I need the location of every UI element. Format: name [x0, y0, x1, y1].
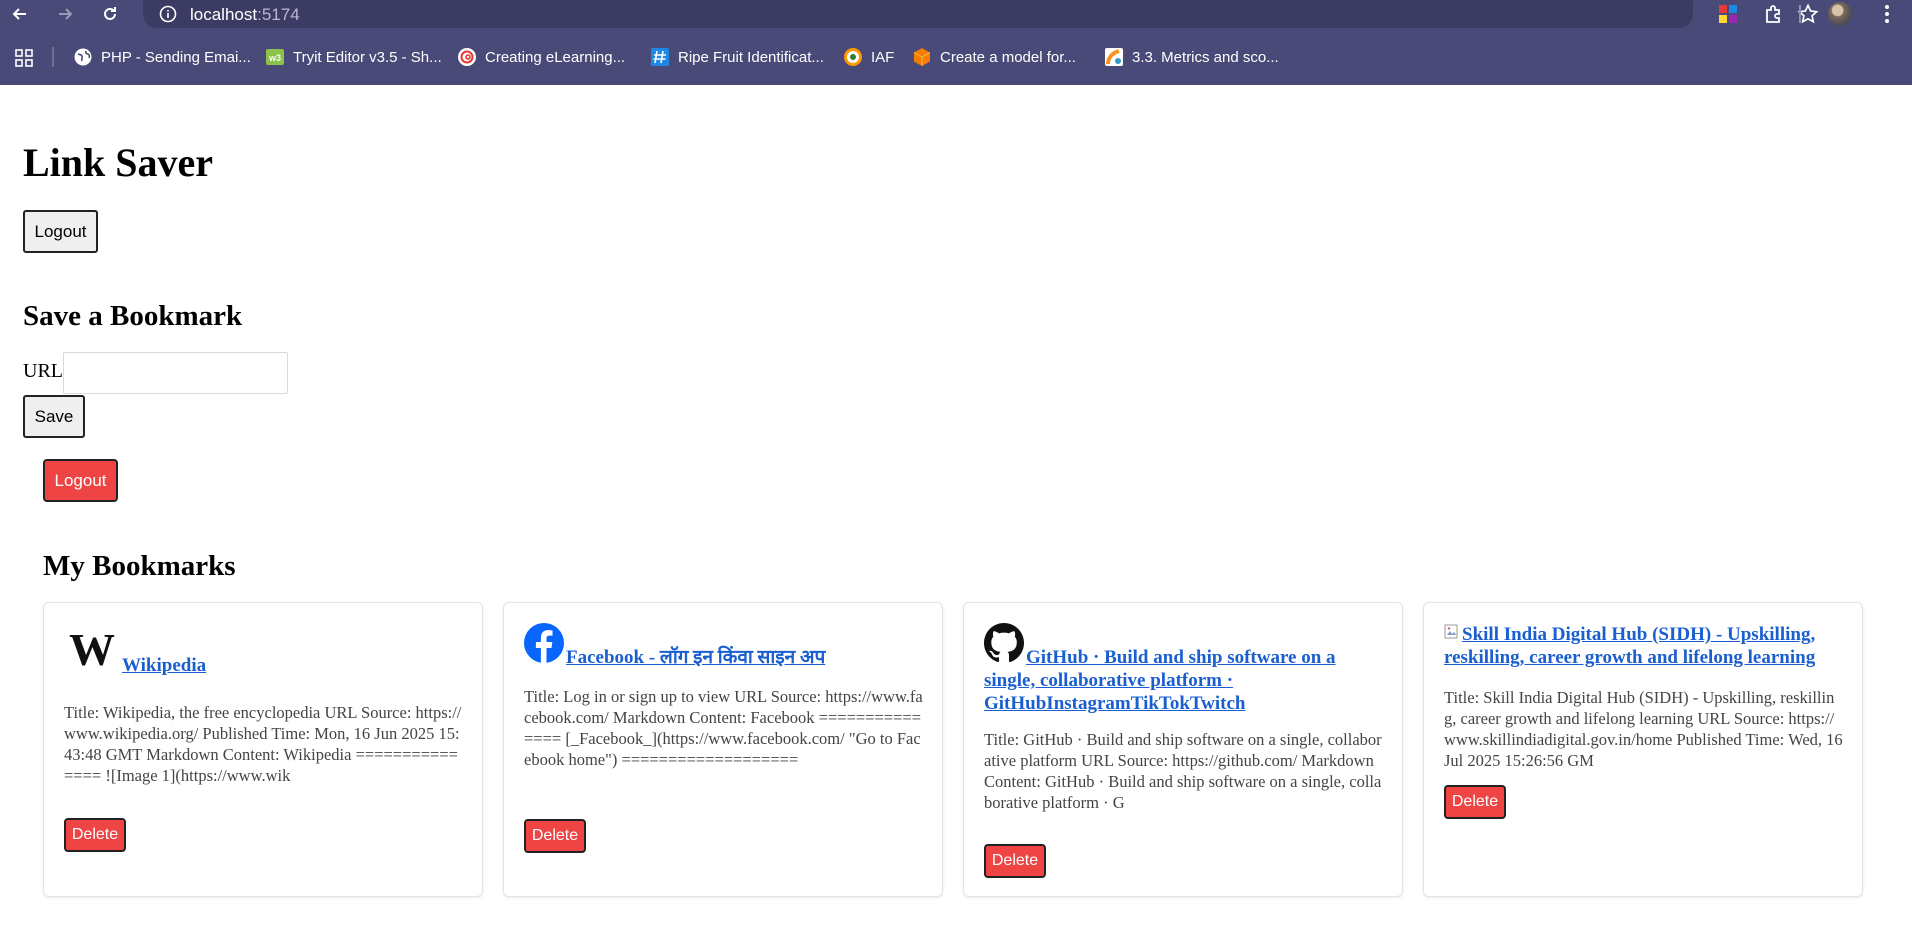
app-title: Link Saver — [23, 140, 214, 185]
hash-icon — [650, 47, 670, 67]
bookmark-link[interactable]: Facebook - लॉग इन किंवा साइन अप — [566, 647, 825, 668]
back-arrow-icon[interactable] — [8, 2, 32, 26]
bookmark-label: 3.3. Metrics and sco... — [1132, 48, 1279, 66]
bookmark-link[interactable]: GitHub · Build and ship software on a si… — [984, 647, 1336, 714]
bookmark-create-model[interactable]: Create a model for... — [912, 44, 1076, 70]
browser-toolbar: localhost:5174 — [0, 0, 1912, 28]
profile-avatar[interactable] — [1828, 2, 1852, 26]
bookmark-card-facebook: Facebook - लॉग इन किंवा साइन अप Title: L… — [503, 602, 943, 897]
forward-arrow-icon[interactable] — [53, 2, 77, 26]
svg-text:W: W — [69, 627, 115, 671]
bookmark-card-header: GitHub · Build and ship software on a si… — [984, 623, 1384, 715]
url-host: localhost — [190, 5, 258, 24]
svg-text:w3: w3 — [268, 53, 281, 63]
spiral-icon — [457, 47, 477, 67]
address-bar[interactable]: localhost:5174 — [143, 0, 1819, 28]
logout-red-button[interactable]: Logout — [43, 459, 118, 502]
menu-kebab-icon[interactable] — [1875, 2, 1899, 26]
delete-button[interactable]: Delete — [64, 818, 126, 852]
bookmark-label: Ripe Fruit Identificat... — [678, 48, 824, 66]
apps-grid-icon[interactable] — [14, 48, 34, 68]
url-port: :5174 — [257, 5, 300, 24]
toolbar-divider — [1799, 5, 1801, 23]
bookmarks-divider — [52, 47, 54, 67]
bookmark-metrics[interactable]: 3.3. Metrics and sco... — [1104, 44, 1279, 70]
site-info-icon[interactable] — [158, 4, 178, 24]
roundel-icon — [843, 47, 863, 67]
address-url: localhost:5174 — [190, 5, 300, 25]
bookmark-label: Creating eLearning... — [485, 48, 626, 66]
wikipedia-icon: W — [64, 624, 120, 677]
extension-color-icon[interactable] — [1716, 2, 1740, 26]
bookmark-iaf[interactable]: IAF — [843, 44, 894, 70]
bookmark-label: Tryit Editor v3.5 - Sh... — [293, 48, 442, 66]
bookmark-card-skill-india: Skill India Digital Hub (SIDH) - Upskill… — [1423, 602, 1863, 897]
bookmark-card-header: W Wikipedia — [64, 624, 464, 677]
facebook-icon — [524, 623, 564, 669]
bookmark-card-github: GitHub · Build and ship software on a si… — [963, 602, 1403, 897]
globe-icon — [73, 47, 93, 67]
url-label: URL — [23, 360, 63, 382]
delete-button[interactable]: Delete — [524, 819, 586, 853]
bookmark-card-header: Facebook - लॉग इन किंवा साइन अप — [524, 623, 924, 669]
w3schools-icon: w3 — [265, 47, 285, 67]
broken-image-icon — [1444, 623, 1460, 646]
page-content: Link Saver Logout Save a Bookmark URL Sa… — [0, 85, 1912, 947]
url-input[interactable] — [63, 352, 288, 394]
bookmark-php[interactable]: PHP - Sending Emai... — [73, 44, 251, 70]
delete-button[interactable]: Delete — [984, 844, 1046, 878]
bookmark-content: Title: Wikipedia, the free encyclopedia … — [64, 703, 462, 785]
bookmark-link[interactable]: Skill India Digital Hub (SIDH) - Upskill… — [1444, 624, 1815, 668]
sklearn-icon — [1104, 47, 1124, 67]
extensions-puzzle-icon[interactable] — [1762, 2, 1786, 26]
cube-icon — [912, 47, 932, 67]
bookmark-ripe-fruit[interactable]: Ripe Fruit Identificat... — [650, 44, 824, 70]
bookmark-content: Title: Log in or sign up to view URL Sou… — [524, 687, 923, 769]
reload-icon[interactable] — [98, 2, 122, 26]
my-bookmarks-heading: My Bookmarks — [43, 550, 236, 582]
bookmark-elearning[interactable]: Creating eLearning... — [457, 44, 625, 70]
bookmarks-bar: PHP - Sending Emai... w3 Tryit Editor v3… — [0, 28, 1912, 85]
bookmark-card-wikipedia: W Wikipedia Title: Wikipedia, the free e… — [43, 602, 483, 897]
github-icon — [984, 623, 1024, 669]
bookmark-tryit[interactable]: w3 Tryit Editor v3.5 - Sh... — [265, 44, 442, 70]
bookmark-content: Title: GitHub · Build and ship software … — [984, 730, 1382, 812]
save-button[interactable]: Save — [23, 395, 85, 438]
delete-button[interactable]: Delete — [1444, 785, 1506, 819]
save-bookmark-heading: Save a Bookmark — [23, 300, 243, 332]
bookmark-label: PHP - Sending Emai... — [101, 48, 251, 66]
bookmark-label: IAF — [871, 48, 895, 66]
logout-button[interactable]: Logout — [23, 210, 98, 253]
bookmark-content: Title: Skill India Digital Hub (SIDH) - … — [1444, 688, 1843, 770]
bookmark-label: Create a model for... — [940, 48, 1076, 66]
bookmark-card-header: Skill India Digital Hub (SIDH) - Upskill… — [1444, 623, 1844, 669]
bookmark-link[interactable]: Wikipedia — [122, 655, 206, 676]
